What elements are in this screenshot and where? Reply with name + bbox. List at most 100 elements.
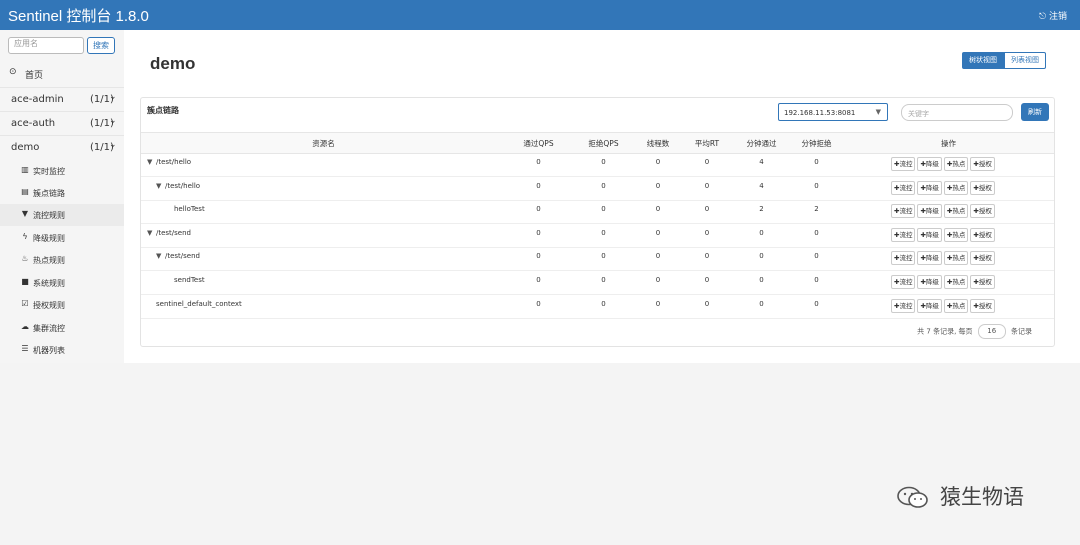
metric-cell: 0	[704, 205, 710, 214]
resource-name: sentinel_default_context	[156, 299, 242, 308]
refresh-button[interactable]: 刷新	[1021, 103, 1049, 121]
action-label: 流控	[899, 160, 913, 168]
param-rule-button[interactable]: ✚热点	[943, 298, 969, 313]
expand-toggle-icon[interactable]: ▼	[147, 158, 156, 166]
degrade-rule-button[interactable]: ✚降级	[917, 275, 942, 289]
page-title: demo	[150, 54, 196, 73]
table-row: ▼/test/send 0 0 0 0 0 0 ✚流控 ✚降级 ✚热点 ✚授权	[141, 247, 1054, 272]
sidebar-item-cluster[interactable]: ☁ 集群流控	[0, 317, 124, 339]
metric-cell: 0	[814, 276, 819, 284]
param-rule-button[interactable]: ✚热点	[943, 157, 969, 171]
param-rule-button[interactable]: ✚热点	[943, 251, 969, 266]
param-rule-button[interactable]: ✚热点	[943, 275, 969, 289]
resource-name: helloTest	[174, 205, 205, 214]
metric-cell: 0	[655, 205, 661, 214]
flow-rule-button[interactable]: ✚流控	[891, 227, 916, 242]
metric-cell: 0	[655, 252, 661, 261]
resource-panel: 簇点链路 192.168.11.53:8081 ▼ 关键字 刷新 资源名 通过Q…	[140, 97, 1055, 347]
logout-link[interactable]: ⎋ 注销	[1039, 9, 1067, 22]
column-header: 分钟通过	[746, 139, 777, 148]
search-button[interactable]: 搜索	[87, 37, 115, 54]
auth-rule-button[interactable]: ✚授权	[970, 298, 995, 313]
page-size-input[interactable]: 16	[977, 324, 1006, 339]
action-label: 热点	[952, 254, 966, 263]
degrade-rule-button[interactable]: ✚降级	[917, 298, 942, 313]
metric-cell: 0	[704, 158, 710, 166]
metric-cell: 0	[601, 228, 606, 237]
expand-toggle-icon[interactable]: ▼	[156, 252, 165, 260]
auth-rule-button[interactable]: ✚授权	[970, 275, 995, 289]
action-label: 流控	[899, 254, 913, 263]
check-icon: ☑	[21, 299, 29, 308]
sidebar-app-ace-auth[interactable]: ace-auth (1/1) ⌄	[0, 111, 124, 136]
param-rule-button[interactable]: ✚热点	[943, 227, 969, 242]
menu-label: 实时监控	[33, 167, 65, 176]
row-actions: ✚流控 ✚降级 ✚热点 ✚授权	[891, 251, 997, 266]
dashboard-icon: ⊙	[9, 67, 17, 77]
menu-label: 流控规则	[33, 211, 65, 220]
row-actions: ✚流控 ✚降级 ✚热点 ✚授权	[891, 227, 997, 242]
expand-toggle-icon[interactable]: ▼	[156, 182, 165, 190]
app-name: ace-admin	[11, 94, 64, 105]
action-label: 降级	[925, 160, 939, 168]
flow-rule-button[interactable]: ✚流控	[891, 298, 916, 313]
sidebar-app-ace-admin[interactable]: ace-admin (1/1) ⌄	[0, 87, 124, 112]
sidebar-item-system-rules[interactable]: ■ 系统规则	[0, 272, 124, 294]
flow-rule-button[interactable]: ✚流控	[891, 251, 916, 266]
action-label: 授权	[978, 160, 992, 168]
resource-name-cell: sendTest	[174, 276, 205, 284]
resource-name: /test/send	[156, 228, 191, 237]
sidebar-app-demo[interactable]: demo (1/1) ⌄	[0, 135, 124, 160]
metric-cell: 0	[814, 158, 819, 166]
app-search-input[interactable]: 应用名	[8, 37, 84, 54]
auth-rule-button[interactable]: ✚授权	[970, 180, 995, 195]
auth-rule-button[interactable]: ✚授权	[970, 157, 995, 171]
column-header: 拒绝QPS	[588, 139, 619, 148]
degrade-rule-button[interactable]: ✚降级	[917, 251, 942, 266]
auth-rule-button[interactable]: ✚授权	[970, 227, 995, 242]
degrade-rule-button[interactable]: ✚降级	[917, 227, 942, 242]
degrade-rule-button[interactable]: ✚降级	[917, 180, 942, 195]
sidebar-item-degrade-rules[interactable]: ϟ 降级规则	[0, 227, 124, 249]
auth-rule-button[interactable]: ✚授权	[970, 204, 995, 219]
action-label: 流控	[899, 278, 913, 286]
sidebar-item-home[interactable]: ⊙ 首页	[0, 63, 124, 85]
column-header: 平均RT	[694, 139, 720, 148]
flow-rule-button[interactable]: ✚流控	[891, 180, 916, 195]
row-actions: ✚流控 ✚降级 ✚热点 ✚授权	[891, 204, 997, 219]
flow-rule-button[interactable]: ✚流控	[891, 157, 916, 171]
metric-cell: 0	[536, 181, 541, 190]
degrade-rule-button[interactable]: ✚降级	[917, 204, 942, 219]
sidebar-item-machines[interactable]: ☰ 机器列表	[0, 339, 124, 361]
sidebar-item-auth-rules[interactable]: ☑ 授权规则	[0, 294, 124, 316]
sidebar-item-param-rules[interactable]: ♨ 热点规则	[0, 249, 124, 271]
bar-chart-icon: ▥	[21, 165, 29, 174]
auth-rule-button[interactable]: ✚授权	[970, 251, 995, 266]
app-name: demo	[11, 142, 40, 153]
list-view-button[interactable]: 列表视图	[1004, 52, 1046, 69]
action-label: 热点	[952, 230, 966, 239]
sidebar-item-resource-chain[interactable]: ▤ 簇点链路	[0, 182, 124, 204]
machine-select[interactable]: 192.168.11.53:8081 ▼	[778, 103, 888, 121]
metric-cell: 0	[704, 299, 710, 308]
sidebar-item-metric[interactable]: ▥ 实时监控	[0, 160, 124, 182]
fire-icon: ♨	[21, 254, 29, 263]
app-title[interactable]: Sentinel 控制台 1.8.0	[8, 5, 149, 26]
keyword-input[interactable]: 关键字	[901, 104, 1013, 121]
flow-rule-button[interactable]: ✚流控	[891, 204, 916, 219]
tree-view-button[interactable]: 树状视图	[962, 52, 1004, 69]
menu-label: 集群流控	[33, 324, 65, 333]
sidebar-item-flow-rules[interactable]: ▼ 流控规则	[0, 204, 124, 226]
param-rule-button[interactable]: ✚热点	[943, 180, 969, 195]
metric-cell: 4	[759, 158, 764, 166]
param-rule-button[interactable]: ✚热点	[943, 204, 969, 219]
expand-toggle-icon[interactable]: ▼	[147, 229, 156, 237]
metric-cell: 0	[536, 158, 541, 166]
resource-name-cell: ▼/test/hello	[156, 182, 200, 190]
flow-rule-button[interactable]: ✚流控	[891, 275, 916, 289]
degrade-rule-button[interactable]: ✚降级	[917, 157, 942, 171]
metric-cell: 0	[601, 276, 606, 284]
metric-cell: 0	[655, 299, 661, 308]
metric-cell: 0	[601, 181, 606, 190]
row-actions: ✚流控 ✚降级 ✚热点 ✚授权	[891, 157, 997, 171]
